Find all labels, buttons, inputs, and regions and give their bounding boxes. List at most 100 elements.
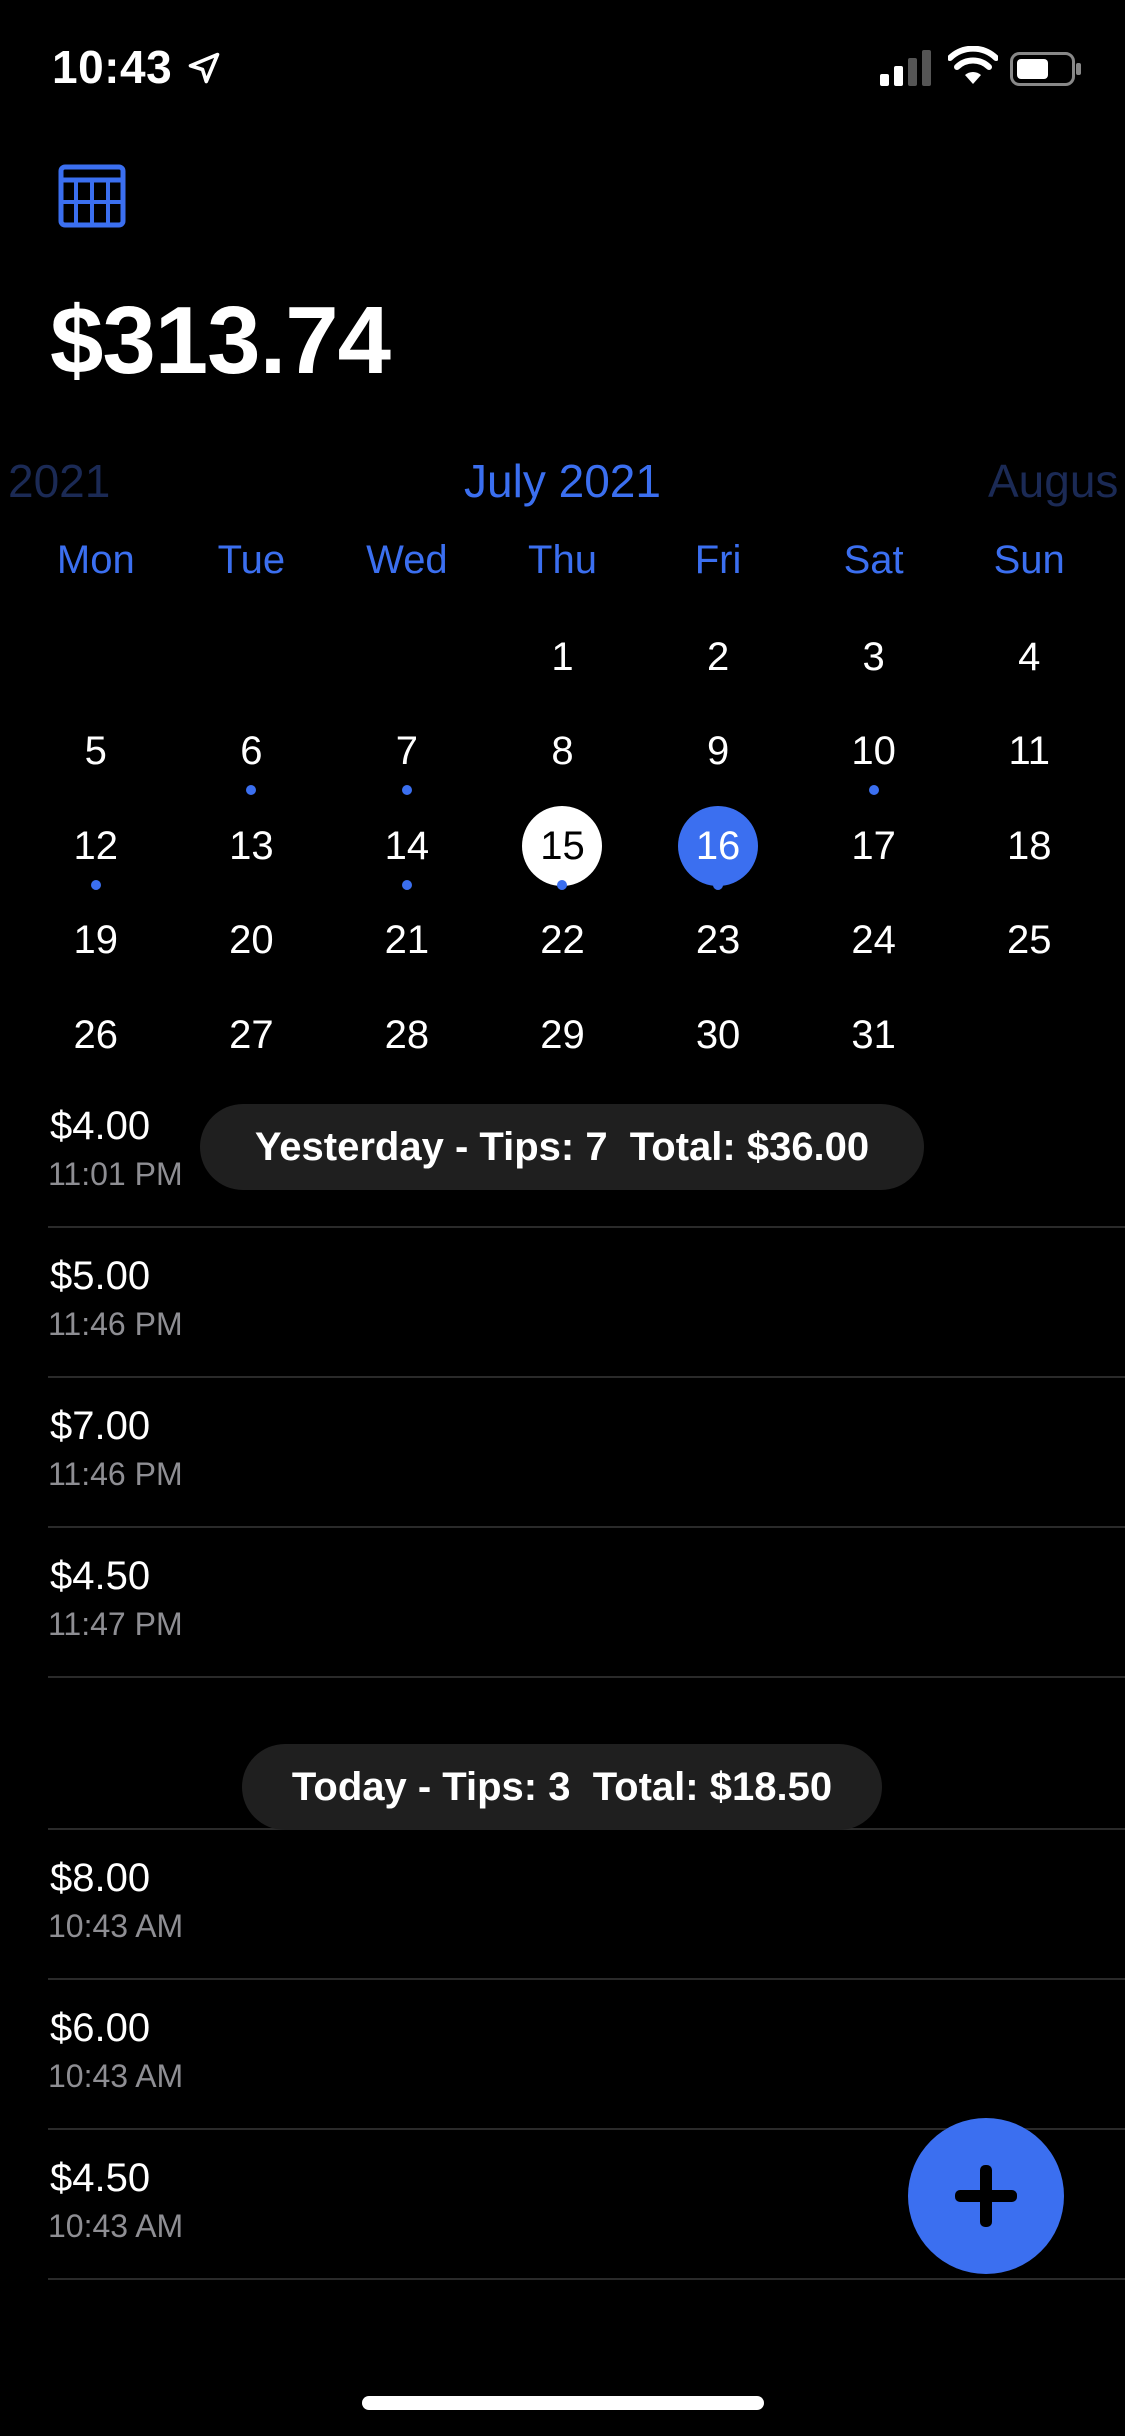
weekday-label: Mon [56, 538, 135, 582]
tip-amount: $4.50 [50, 2156, 151, 2200]
calendar-day-number: 13 [229, 823, 274, 868]
calendar-day-number: 22 [540, 918, 585, 963]
weekday-label: Tue [217, 538, 286, 582]
tip-amount: $5.00 [50, 1254, 151, 1298]
calendar-day-number: 9 [706, 729, 730, 774]
tip-amount: $8.00 [50, 1856, 151, 1900]
location-arrow-icon [188, 52, 220, 84]
calendar-day[interactable]: 28 [329, 988, 485, 1083]
calendar-day[interactable]: 26 [18, 988, 174, 1083]
calendar-day-number: 10 [851, 729, 896, 774]
tip-indicator-dot [246, 785, 257, 795]
calendar-day[interactable]: 20 [174, 894, 330, 989]
tip-indicator-dot [557, 879, 568, 890]
calendar-day[interactable]: 12 [18, 799, 174, 894]
plus-icon [955, 2165, 1017, 2227]
calendar-day-number: 17 [851, 823, 896, 868]
tip-indicator-dot [90, 879, 101, 890]
calendar-day[interactable]: 5 [18, 705, 174, 800]
weekday-label: Wed [366, 538, 448, 582]
calendar-day[interactable]: 8 [485, 705, 641, 800]
calendar-day-number: 24 [851, 918, 896, 963]
calendar-day[interactable]: 19 [18, 894, 174, 989]
calendar-day[interactable]: 16 [640, 799, 796, 894]
home-indicator[interactable] [362, 2396, 764, 2410]
calendar-day-number: 20 [229, 918, 274, 963]
tip-indicator-dot [401, 879, 412, 890]
tip-time: 10:43 AM [48, 2058, 184, 2094]
calendar-day-number: 31 [851, 1012, 896, 1057]
calendar-day[interactable]: 4 [951, 610, 1107, 705]
add-tip-button[interactable] [908, 2118, 1064, 2274]
calendar-day[interactable]: 29 [485, 988, 641, 1083]
tip-row[interactable]: $6.00 10:43 AM [48, 1980, 1125, 2130]
calendar-empty-cell [174, 610, 330, 705]
tip-time: 11:46 PM [48, 1306, 183, 1342]
status-time: 10:43 [52, 41, 173, 93]
calendar-day-number: 25 [1006, 918, 1052, 963]
yesterday-summary-pill: Yesterday - Tips: 7 Total: $36.00 [200, 1104, 924, 1190]
calendar-day-number: 4 [1018, 634, 1041, 679]
calendar-day-number: 28 [384, 1012, 430, 1057]
calendar-day[interactable]: 25 [951, 894, 1107, 989]
tip-amount: $7.00 [50, 1404, 151, 1448]
current-month-label: July 2021 [464, 455, 661, 507]
calendar-day[interactable]: 10 [796, 705, 952, 800]
calendar-day-number: 26 [73, 1012, 119, 1057]
calendar-day[interactable]: 11 [951, 705, 1107, 800]
calendar-day[interactable]: 3 [796, 610, 952, 705]
calendar-day[interactable]: 27 [174, 988, 330, 1083]
calendar-day[interactable]: 15 [485, 799, 641, 894]
calendar-day[interactable]: 24 [796, 894, 952, 989]
total-earnings: $313.74 [50, 287, 391, 394]
calendar-grid-icon[interactable] [58, 162, 126, 230]
tip-time: 11:46 PM [48, 1456, 183, 1492]
tip-row[interactable]: $8.00 10:43 AM [48, 1830, 1125, 1980]
calendar-day-number: 19 [73, 918, 119, 963]
calendar-empty-cell [18, 610, 174, 705]
calendar-day-number: 30 [695, 1012, 741, 1057]
calendar-grid: 1 2 3 4 5 6 7 8 9 10 11 12 13 14 15 16 17 18 19 20 21 22 23 24 2… [0, 610, 1125, 1083]
calendar-day-number: 29 [540, 1012, 585, 1057]
tip-time: 10:43 AM [48, 1908, 184, 1944]
calendar-day[interactable]: 21 [329, 894, 485, 989]
wifi-icon [948, 46, 998, 84]
calendar-day[interactable]: 14 [329, 799, 485, 894]
weekday-label: Sun [993, 538, 1065, 582]
calendar-day[interactable]: 2 [640, 610, 796, 705]
calendar-day-number: 8 [551, 729, 574, 774]
next-month-label[interactable]: Augus [988, 454, 1118, 508]
tip-indicator-dot [868, 785, 879, 795]
tip-row[interactable]: $5.00 11:46 PM [48, 1228, 1125, 1378]
weekday-header: Mon Tue Wed Thu Fri Sat Sun [0, 538, 1125, 583]
tip-indicator-dot [401, 785, 412, 795]
calendar-day[interactable]: 22 [485, 894, 641, 989]
tip-time: 11:01 PM [48, 1156, 183, 1192]
tip-time: 10:43 AM [48, 2208, 184, 2244]
calendar-day-number: 3 [862, 634, 885, 679]
calendar-day[interactable]: 6 [174, 705, 330, 800]
weekday-label: Thu [528, 538, 597, 582]
tip-amount: $4.50 [50, 1554, 151, 1598]
calendar-day[interactable]: 18 [951, 799, 1107, 894]
calendar-day-number: 27 [229, 1012, 274, 1057]
calendar-day[interactable]: 31 [796, 988, 952, 1083]
today-summary-pill: Today - Tips: 3 Total: $18.50 [242, 1744, 882, 1830]
calendar-day[interactable]: 17 [796, 799, 952, 894]
calendar-day[interactable]: 1 [485, 610, 641, 705]
calendar-day-number: 21 [384, 918, 430, 963]
tip-row[interactable]: $4.50 11:47 PM [48, 1528, 1125, 1678]
calendar-day[interactable]: 30 [640, 988, 796, 1083]
calendar-day-number: 2 [706, 634, 730, 679]
calendar-day[interactable]: 9 [640, 705, 796, 800]
calendar-day-number: 12 [73, 823, 119, 868]
tip-row[interactable]: $7.00 11:46 PM [48, 1378, 1125, 1528]
calendar-day-number: 5 [84, 729, 107, 774]
calendar-day[interactable]: 23 [640, 894, 796, 989]
cellular-signal-icon [880, 50, 931, 86]
calendar-day-number: 15 [540, 823, 585, 868]
calendar-day[interactable]: 7 [329, 705, 485, 800]
battery-icon [1010, 52, 1081, 86]
calendar-day-number: 16 [695, 823, 741, 868]
calendar-day[interactable]: 13 [174, 799, 330, 894]
